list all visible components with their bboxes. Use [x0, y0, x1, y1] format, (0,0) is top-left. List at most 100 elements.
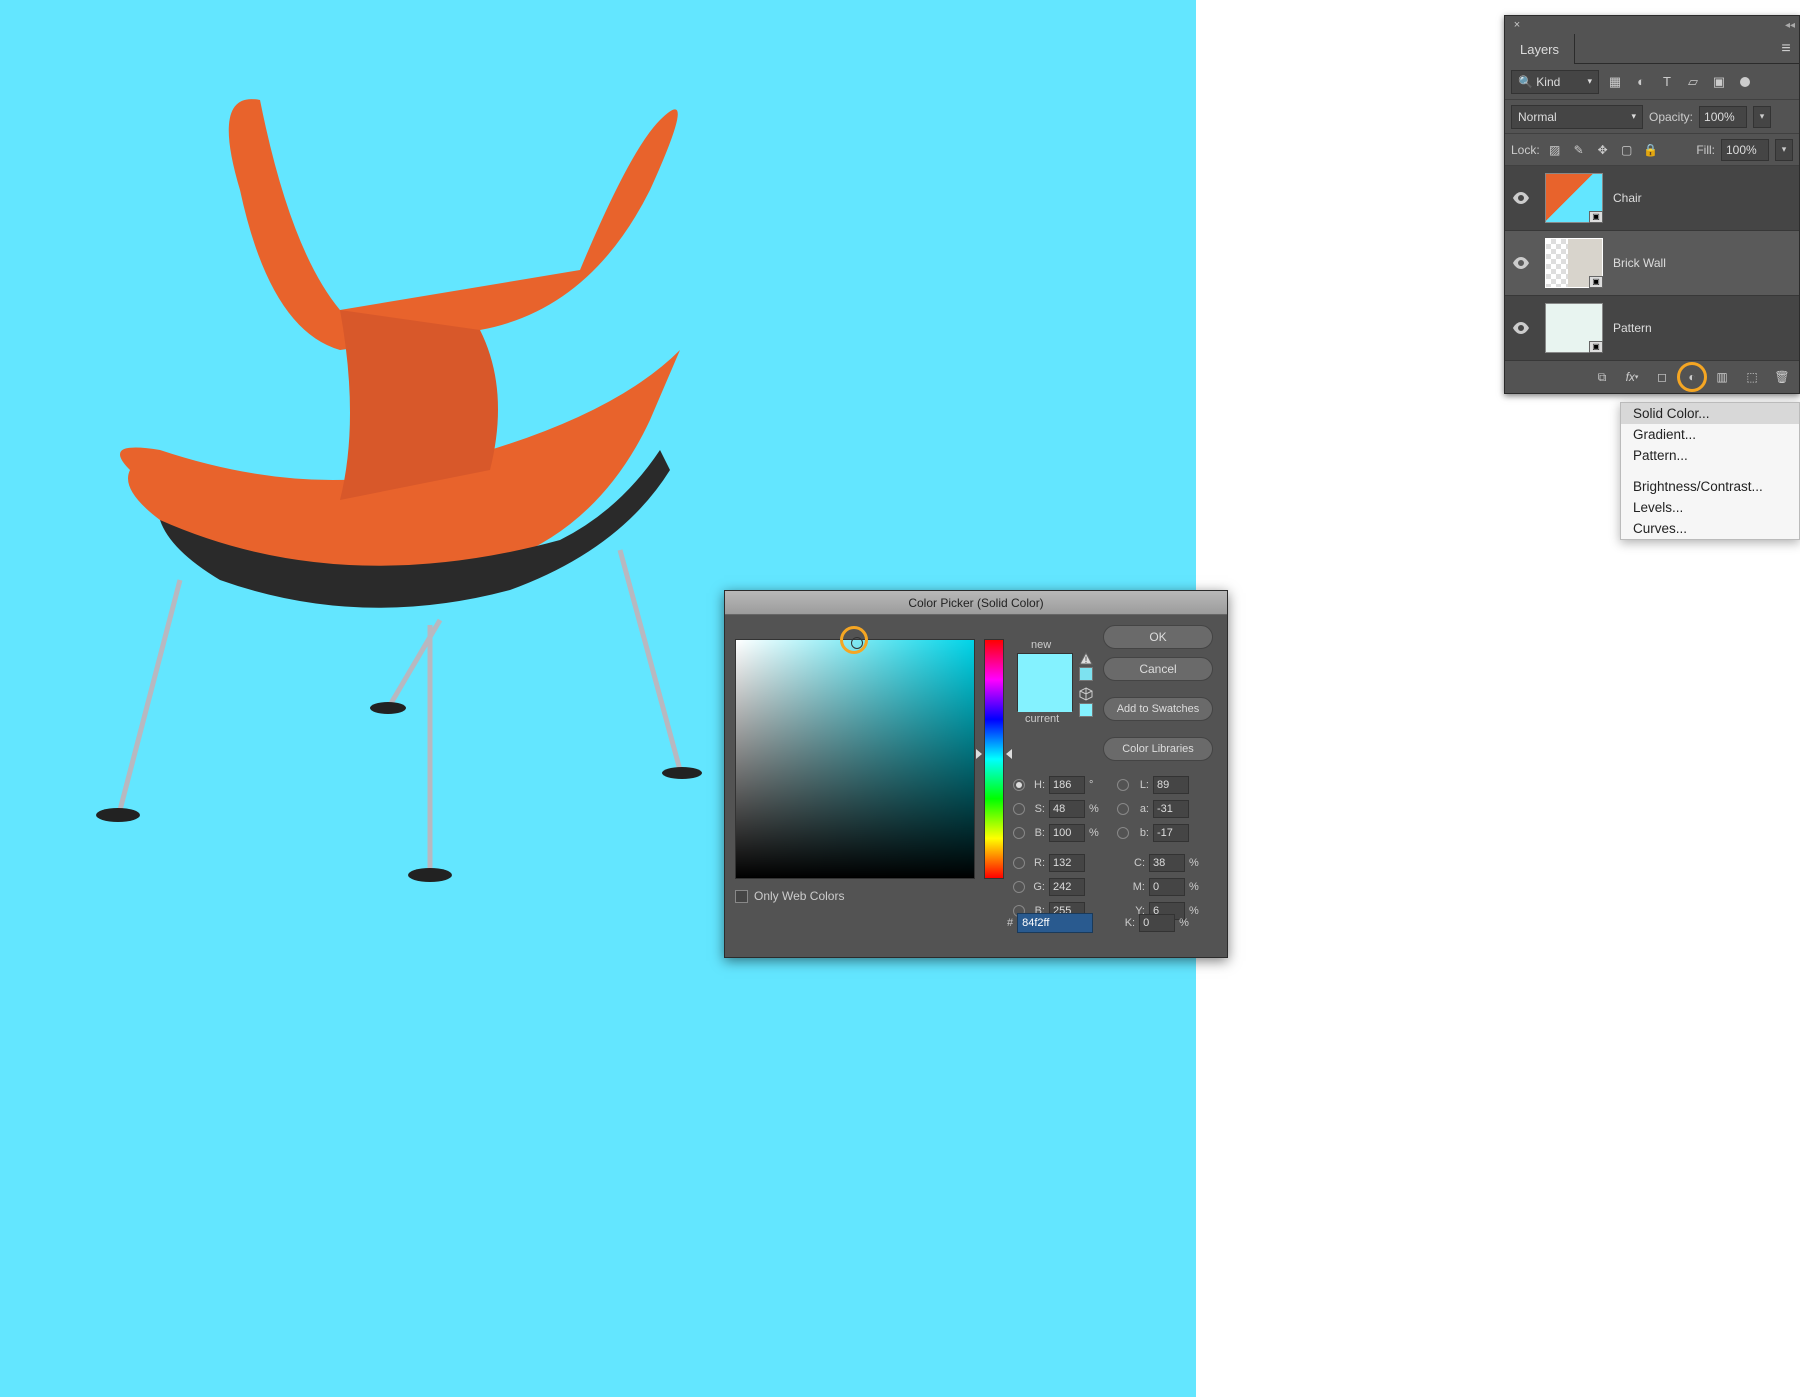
r-label: R: [1029, 857, 1045, 869]
lock-artboard-icon[interactable]: ▢ [1618, 141, 1636, 159]
smart-object-badge: ▣ [1589, 276, 1603, 288]
opacity-dropdown-icon[interactable]: ▾ [1753, 106, 1771, 128]
menu-item-gradient[interactable]: Gradient... [1621, 424, 1799, 445]
h-unit: ° [1089, 779, 1101, 791]
c-input[interactable]: 38 [1149, 854, 1185, 872]
menu-item-brightness[interactable]: Brightness/Contrast... [1621, 476, 1799, 497]
lock-transparency-icon[interactable]: ▨ [1546, 141, 1564, 159]
collapse-icon[interactable]: ◂◂ [1785, 20, 1795, 31]
hue-handle-right-icon[interactable] [1006, 749, 1012, 759]
filter-adjustment-icon[interactable]: ◐ [1631, 72, 1651, 92]
filter-pixel-icon[interactable]: ▦ [1605, 72, 1625, 92]
hue-slider[interactable] [984, 639, 1004, 879]
menu-item-levels[interactable]: Levels... [1621, 497, 1799, 518]
layer-thumbnail[interactable]: ▣ [1545, 238, 1603, 288]
pct-unit: % [1179, 917, 1191, 929]
ok-button[interactable]: OK [1103, 625, 1213, 649]
fill-label: Fill: [1696, 143, 1715, 157]
lab-b-input[interactable]: -17 [1153, 824, 1189, 842]
new-color-swatch[interactable] [1018, 654, 1072, 683]
web-colors-label: Only Web Colors [754, 889, 844, 903]
hex-prefix: # [1007, 917, 1013, 929]
layer-thumbnail[interactable]: ▣ [1545, 173, 1603, 223]
add-swatches-button[interactable]: Add to Swatches [1103, 697, 1213, 721]
radio-g[interactable] [1013, 881, 1025, 893]
gamut-warning-icon[interactable]: ! [1079, 652, 1093, 666]
m-input[interactable]: 0 [1149, 878, 1185, 896]
layer-style-icon[interactable]: fx▾ [1621, 366, 1643, 388]
h-label: H: [1029, 779, 1045, 791]
delete-layer-icon[interactable]: 🗑 [1771, 366, 1793, 388]
color-libraries-button[interactable]: Color Libraries [1103, 737, 1213, 761]
lock-all-icon[interactable]: 🔒 [1642, 141, 1660, 159]
radio-l[interactable] [1117, 779, 1129, 791]
smart-object-badge: ▣ [1589, 341, 1603, 353]
layer-thumbnail[interactable]: ▣ [1545, 303, 1603, 353]
r-input[interactable]: 132 [1049, 854, 1085, 872]
panel-titlebar[interactable]: × ◂◂ [1505, 16, 1799, 34]
radio-a[interactable] [1117, 803, 1129, 815]
l-input[interactable]: 89 [1153, 776, 1189, 794]
color-cursor-highlight [840, 626, 868, 654]
filter-toggle-icon[interactable] [1735, 72, 1755, 92]
menu-item-solid-color[interactable]: Solid Color... [1621, 403, 1799, 424]
websafe-warning-icon[interactable] [1079, 687, 1093, 701]
filter-smart-icon[interactable]: ▣ [1709, 72, 1729, 92]
lock-label: Lock: [1511, 143, 1540, 157]
layer-row[interactable]: ▣ Brick Wall [1505, 231, 1799, 296]
close-icon[interactable]: × [1509, 17, 1525, 33]
layer-group-icon[interactable]: ▥ [1711, 366, 1733, 388]
color-cursor[interactable] [851, 637, 863, 649]
layer-row[interactable]: ▣ Chair [1505, 166, 1799, 231]
h-input[interactable]: 186 [1049, 776, 1085, 794]
menu-item-curves[interactable]: Curves... [1621, 518, 1799, 539]
pct-unit: % [1189, 881, 1201, 893]
fill-input[interactable]: 100% [1721, 139, 1769, 161]
color-field[interactable] [735, 639, 975, 879]
opacity-input[interactable]: 100% [1699, 106, 1747, 128]
filter-shape-icon[interactable]: ▱ [1683, 72, 1703, 92]
gamut-swatch[interactable] [1079, 667, 1093, 681]
dialog-title[interactable]: Color Picker (Solid Color) [725, 591, 1227, 615]
fill-dropdown-icon[interactable]: ▾ [1775, 139, 1793, 161]
adjustment-menu: Solid Color... Gradient... Pattern... Br… [1620, 402, 1800, 540]
a-input[interactable]: -31 [1153, 800, 1189, 818]
panel-menu-icon[interactable]: ≡ [1773, 34, 1799, 63]
hex-input[interactable]: 84f2ff [1017, 913, 1093, 933]
radio-r[interactable] [1013, 857, 1025, 869]
lock-position-icon[interactable]: ✥ [1594, 141, 1612, 159]
filter-type-icon[interactable]: T [1657, 72, 1677, 92]
layer-mask-icon[interactable]: ◻ [1651, 366, 1673, 388]
g-input[interactable]: 242 [1049, 878, 1085, 896]
tab-layers[interactable]: Layers [1505, 34, 1575, 64]
b-hsb-input[interactable]: 100 [1049, 824, 1085, 842]
web-colors-checkbox[interactable] [735, 890, 748, 903]
new-layer-icon[interactable]: ⬚ [1741, 366, 1763, 388]
k-input[interactable]: 0 [1139, 914, 1175, 932]
layer-name[interactable]: Chair [1613, 191, 1642, 205]
cancel-button[interactable]: Cancel [1103, 657, 1213, 681]
hue-handle-left-icon[interactable] [976, 749, 982, 759]
adjustment-layer-icon[interactable]: ◐ [1681, 366, 1703, 388]
radio-h[interactable] [1013, 779, 1025, 791]
radio-b[interactable] [1013, 827, 1025, 839]
visibility-icon[interactable] [1505, 192, 1537, 204]
websafe-swatch[interactable] [1079, 703, 1093, 717]
menu-item-pattern[interactable]: Pattern... [1621, 445, 1799, 466]
layer-name[interactable]: Pattern [1613, 321, 1652, 335]
layer-list: ▣ Chair ▣ Brick Wall ▣ Pattern [1505, 166, 1799, 361]
visibility-icon[interactable] [1505, 322, 1537, 334]
radio-lab-b[interactable] [1117, 827, 1129, 839]
s-input[interactable]: 48 [1049, 800, 1085, 818]
layer-name[interactable]: Brick Wall [1613, 256, 1666, 270]
lock-brush-icon[interactable]: ✎ [1570, 141, 1588, 159]
smart-object-badge: ▣ [1589, 211, 1603, 223]
filter-kind-dropdown[interactable]: 🔍 Kind▾ [1511, 70, 1599, 94]
blend-mode-dropdown[interactable]: Normal▾ [1511, 105, 1643, 129]
radio-s[interactable] [1013, 803, 1025, 815]
layer-row[interactable]: ▣ Pattern [1505, 296, 1799, 361]
layers-panel: × ◂◂ Layers ≡ 🔍 Kind▾ ▦ ◐ T ▱ ▣ Normal▾ … [1504, 15, 1800, 394]
current-color-swatch[interactable] [1018, 683, 1072, 712]
link-layers-icon[interactable]: ⧉ [1591, 366, 1613, 388]
visibility-icon[interactable] [1505, 257, 1537, 269]
